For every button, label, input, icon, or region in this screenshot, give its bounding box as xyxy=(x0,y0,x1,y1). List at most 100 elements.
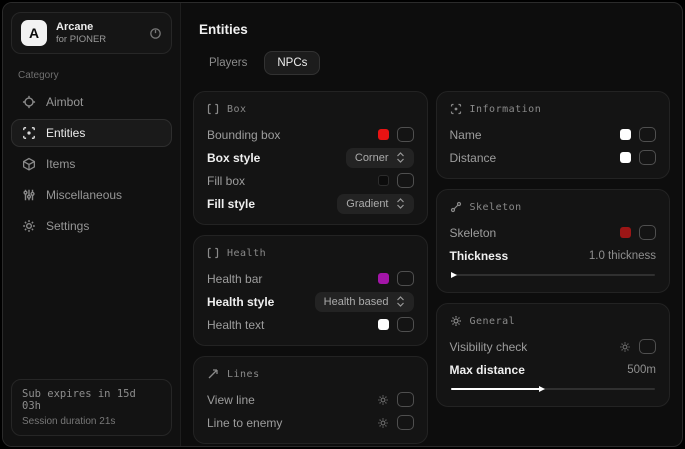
slider-track xyxy=(451,274,656,276)
feature-row-fill-box: Fill box xyxy=(207,169,414,192)
feature-label: Box style xyxy=(207,151,260,165)
gear-icon xyxy=(22,219,36,233)
feature-label: Visibility check xyxy=(450,340,528,354)
color-swatch[interactable] xyxy=(378,319,389,330)
crosshair-icon xyxy=(22,95,36,109)
sidebar-item-aimbot[interactable]: Aimbot xyxy=(11,88,172,116)
color-swatch[interactable] xyxy=(378,175,389,186)
health-style-select[interactable]: Health based xyxy=(315,292,414,312)
card-general-header: General xyxy=(450,315,657,327)
distance-checkbox[interactable] xyxy=(639,150,656,165)
info-scan-icon xyxy=(450,103,462,115)
bounding-box-checkbox[interactable] xyxy=(397,127,414,142)
sidebar-item-entities[interactable]: Entities xyxy=(11,119,172,147)
brackets-icon xyxy=(207,247,219,259)
card-general: General Visibility check xyxy=(436,303,671,407)
color-swatch[interactable] xyxy=(620,129,631,140)
thickness-slider[interactable] xyxy=(451,270,656,279)
name-checkbox[interactable] xyxy=(639,127,656,142)
health-bar-checkbox[interactable] xyxy=(397,271,414,286)
card-title: Skeleton xyxy=(470,202,522,213)
sidebar-item-items[interactable]: Items xyxy=(11,150,172,178)
bone-icon xyxy=(450,201,462,213)
main-panel: Entities Players NPCs Box xyxy=(181,3,682,446)
sidebar-item-label: Aimbot xyxy=(46,95,83,109)
thickness-value: 1.0 thickness xyxy=(589,250,656,262)
box-style-select[interactable]: Corner xyxy=(346,148,414,168)
feature-label: Bounding box xyxy=(207,128,280,142)
color-swatch[interactable] xyxy=(620,152,631,163)
feature-row-thickness: Thickness 1.0 thickness xyxy=(450,244,657,267)
power-icon[interactable] xyxy=(149,27,162,40)
feature-label: Fill style xyxy=(207,197,255,211)
feature-row-max-distance: Max distance 500m xyxy=(450,358,657,381)
feature-row-name: Name xyxy=(450,123,657,146)
view-line-checkbox[interactable] xyxy=(397,392,414,407)
health-text-checkbox[interactable] xyxy=(397,317,414,332)
line-to-enemy-checkbox[interactable] xyxy=(397,415,414,430)
feature-row-distance: Distance xyxy=(450,146,657,169)
card-information-header: Information xyxy=(450,103,657,115)
feature-row-view-line: View line xyxy=(207,388,414,411)
chevron-updown-icon xyxy=(396,198,405,209)
settings-gear-icon[interactable] xyxy=(619,341,631,353)
color-swatch[interactable] xyxy=(620,227,631,238)
sidebar: A Arcane for PIONER Category Aimbot xyxy=(3,3,181,446)
feature-row-fill-style: Fill style Gradient xyxy=(207,192,414,215)
package-icon xyxy=(22,157,36,171)
session-duration-text: Session duration 21s xyxy=(22,416,161,427)
subscription-info: Sub expires in 15d 03h Session duration … xyxy=(11,379,172,436)
slider-handle[interactable] xyxy=(451,272,457,278)
card-title: Lines xyxy=(227,369,260,380)
sidebar-item-label: Settings xyxy=(46,219,89,233)
app-title-block: Arcane for PIONER xyxy=(56,21,106,46)
card-title: General xyxy=(470,316,516,327)
max-distance-value: 500m xyxy=(627,364,656,376)
app-logo: A xyxy=(21,20,47,46)
feature-row-skeleton: Skeleton xyxy=(450,221,657,244)
select-value: Health based xyxy=(324,296,389,308)
color-swatch[interactable] xyxy=(378,273,389,284)
card-lines: Lines View line xyxy=(193,356,428,444)
card-health: Health Health bar Health style H xyxy=(193,235,428,346)
sidebar-item-settings[interactable]: Settings xyxy=(11,212,172,240)
card-skeleton: Skeleton Skeleton Thickness 1.0 thicknes… xyxy=(436,189,671,293)
skeleton-checkbox[interactable] xyxy=(639,225,656,240)
app-window: A Arcane for PIONER Category Aimbot xyxy=(2,2,683,447)
sidebar-item-label: Items xyxy=(46,157,75,171)
tab-players[interactable]: Players xyxy=(196,51,260,75)
feature-label: Health style xyxy=(207,295,274,309)
diagonal-line-icon xyxy=(207,368,219,380)
chevron-updown-icon xyxy=(396,296,405,307)
scan-icon xyxy=(22,126,36,140)
feature-row-health-style: Health style Health based xyxy=(207,290,414,313)
settings-gear-icon[interactable] xyxy=(377,394,389,406)
max-distance-slider[interactable] xyxy=(451,384,656,393)
sidebar-item-miscellaneous[interactable]: Miscellaneous xyxy=(11,181,172,209)
select-value: Gradient xyxy=(346,198,388,210)
feature-label: Skeleton xyxy=(450,226,497,240)
card-lines-header: Lines xyxy=(207,368,414,380)
feature-label: Name xyxy=(450,128,482,142)
card-box-header: Box xyxy=(207,103,414,115)
feature-row-health-text: Health text xyxy=(207,313,414,336)
visibility-check-checkbox[interactable] xyxy=(639,339,656,354)
fill-box-checkbox[interactable] xyxy=(397,173,414,188)
card-title: Box xyxy=(227,104,247,115)
tab-bar: Players NPCs xyxy=(196,51,672,75)
fill-style-select[interactable]: Gradient xyxy=(337,194,413,214)
sidebar-header: A Arcane for PIONER xyxy=(11,12,172,54)
category-label: Category xyxy=(18,70,165,81)
brackets-icon xyxy=(207,103,219,115)
slider-handle[interactable] xyxy=(539,386,545,392)
settings-gear-icon[interactable] xyxy=(377,417,389,429)
feature-label: Max distance xyxy=(450,363,525,377)
card-health-header: Health xyxy=(207,247,414,259)
color-swatch[interactable] xyxy=(378,129,389,140)
sidebar-item-label: Miscellaneous xyxy=(46,188,122,202)
feature-row-box-style: Box style Corner xyxy=(207,146,414,169)
tab-npcs[interactable]: NPCs xyxy=(264,51,320,75)
chevron-updown-icon xyxy=(396,152,405,163)
feature-label: Thickness xyxy=(450,249,509,263)
select-value: Corner xyxy=(355,152,389,164)
